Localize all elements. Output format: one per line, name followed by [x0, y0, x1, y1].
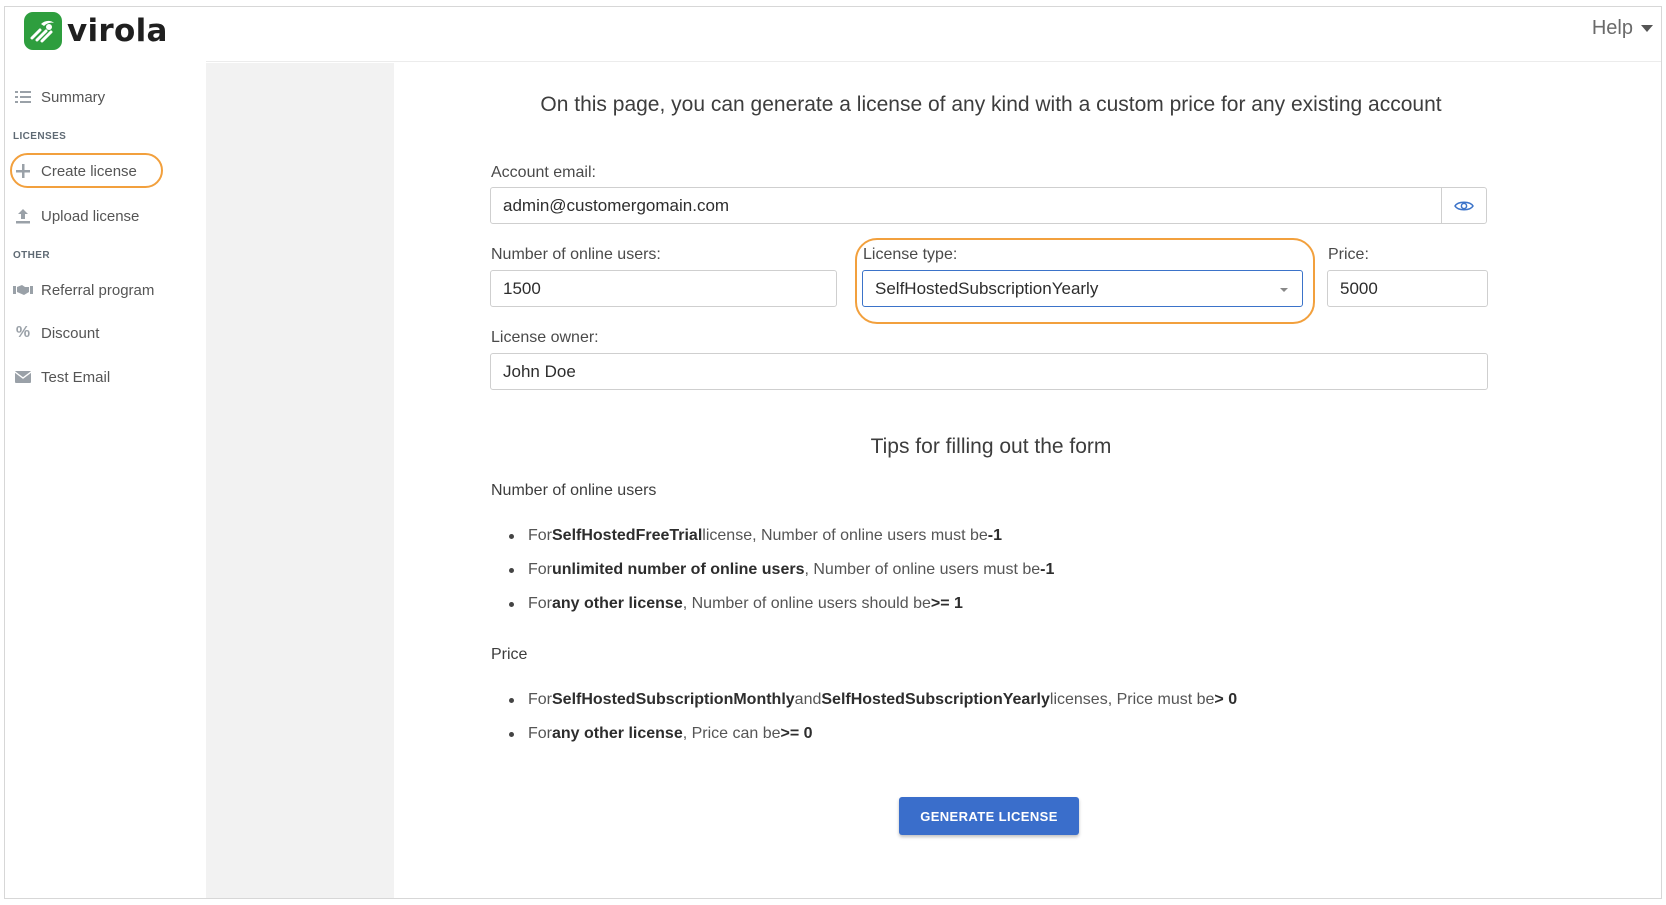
tips-price-heading: Price — [491, 646, 528, 663]
license-type-select[interactable]: SelfHostedSubscriptionYearly — [862, 270, 1303, 307]
list-icon — [13, 89, 33, 105]
list-item: For SelfHostedSubscriptionMonthly and Se… — [509, 691, 1237, 709]
eye-icon — [1454, 201, 1474, 210]
main-content: On this page, you can generate a license… — [394, 63, 1661, 898]
upload-icon — [13, 208, 33, 224]
list-item: For SelfHostedFreeTrial license, Number … — [509, 527, 1002, 545]
bullet-dot — [509, 567, 514, 573]
sidebar-item-summary[interactable]: Summary — [13, 82, 105, 112]
list-item: For any other license, Price can be >= 0 — [509, 725, 813, 743]
sidebar-item-upload-license[interactable]: Upload license — [13, 201, 139, 231]
brand-name: virola — [67, 13, 168, 49]
top-bar: Help — [206, 7, 1661, 62]
percent-icon: % — [15, 324, 31, 341]
bullet-dot — [509, 697, 514, 703]
sidebar-item-label: Referral program — [41, 281, 155, 299]
license-owner-value: John Doe — [503, 361, 576, 381]
sidebar-item-label: Summary — [41, 88, 106, 106]
tips-title: Tips for filling out the form — [870, 435, 1112, 458]
list-item: For any other license, Number of online … — [509, 595, 963, 613]
sidebar-item-create-license[interactable]: Create license — [13, 156, 137, 186]
section-other: OTHER — [13, 250, 50, 261]
sidebar: virola Summary LICENSES Create license U… — [5, 7, 206, 898]
bullet-dot — [509, 601, 514, 607]
help-label: Help — [1591, 17, 1633, 39]
toggle-visibility-button[interactable] — [1441, 188, 1486, 223]
account-email-value: admin@customergomain.com — [503, 195, 730, 215]
caret-down-icon — [1641, 25, 1653, 32]
online-users-label: Number of online users: — [491, 246, 661, 263]
license-owner-field[interactable]: John Doe — [490, 353, 1488, 390]
dropdown-arrow-icon — [1280, 288, 1288, 292]
sidebar-item-label: Test Email — [41, 368, 111, 386]
bullet-dot — [509, 533, 514, 539]
sidebar-item-label: Discount — [41, 324, 100, 342]
page-title: On this page, you can generate a license… — [540, 93, 1442, 116]
content-gutter — [206, 63, 394, 898]
tips-users-heading: Number of online users — [491, 482, 657, 499]
plus-icon — [13, 163, 33, 179]
account-email-label: Account email: — [491, 164, 596, 181]
sidebar-item-referral[interactable]: Referral program — [13, 275, 154, 305]
price-value: 5000 — [1340, 278, 1378, 298]
sidebar-item-label: Create license — [41, 162, 137, 180]
license-type-label: License type: — [863, 246, 958, 263]
online-users-value: 1500 — [503, 278, 541, 298]
license-type-value: SelfHostedSubscriptionYearly — [875, 278, 1099, 298]
envelope-icon — [13, 369, 33, 385]
sidebar-item-test-email[interactable]: Test Email — [13, 362, 110, 392]
bullet-dot — [509, 731, 514, 737]
generate-license-button[interactable]: GENERATE LICENSE — [899, 797, 1079, 835]
handshake-icon — [13, 282, 33, 298]
sidebar-item-label: Upload license — [41, 207, 140, 225]
list-item: For unlimited number of online users, Nu… — [509, 561, 1054, 579]
price-label: Price: — [1328, 246, 1369, 263]
account-email-field[interactable]: admin@customergomain.com — [490, 187, 1487, 224]
virola-logo-icon — [24, 12, 62, 50]
brand-logo[interactable]: virola — [24, 12, 168, 50]
help-menu[interactable]: Help — [1592, 17, 1653, 40]
section-licenses: LICENSES — [13, 131, 67, 142]
app-window: virola Summary LICENSES Create license U… — [4, 6, 1662, 899]
online-users-field[interactable]: 1500 — [490, 270, 837, 307]
license-owner-label: License owner: — [491, 329, 599, 346]
sidebar-item-discount[interactable]: % Discount — [13, 318, 99, 348]
price-field[interactable]: 5000 — [1327, 270, 1488, 307]
